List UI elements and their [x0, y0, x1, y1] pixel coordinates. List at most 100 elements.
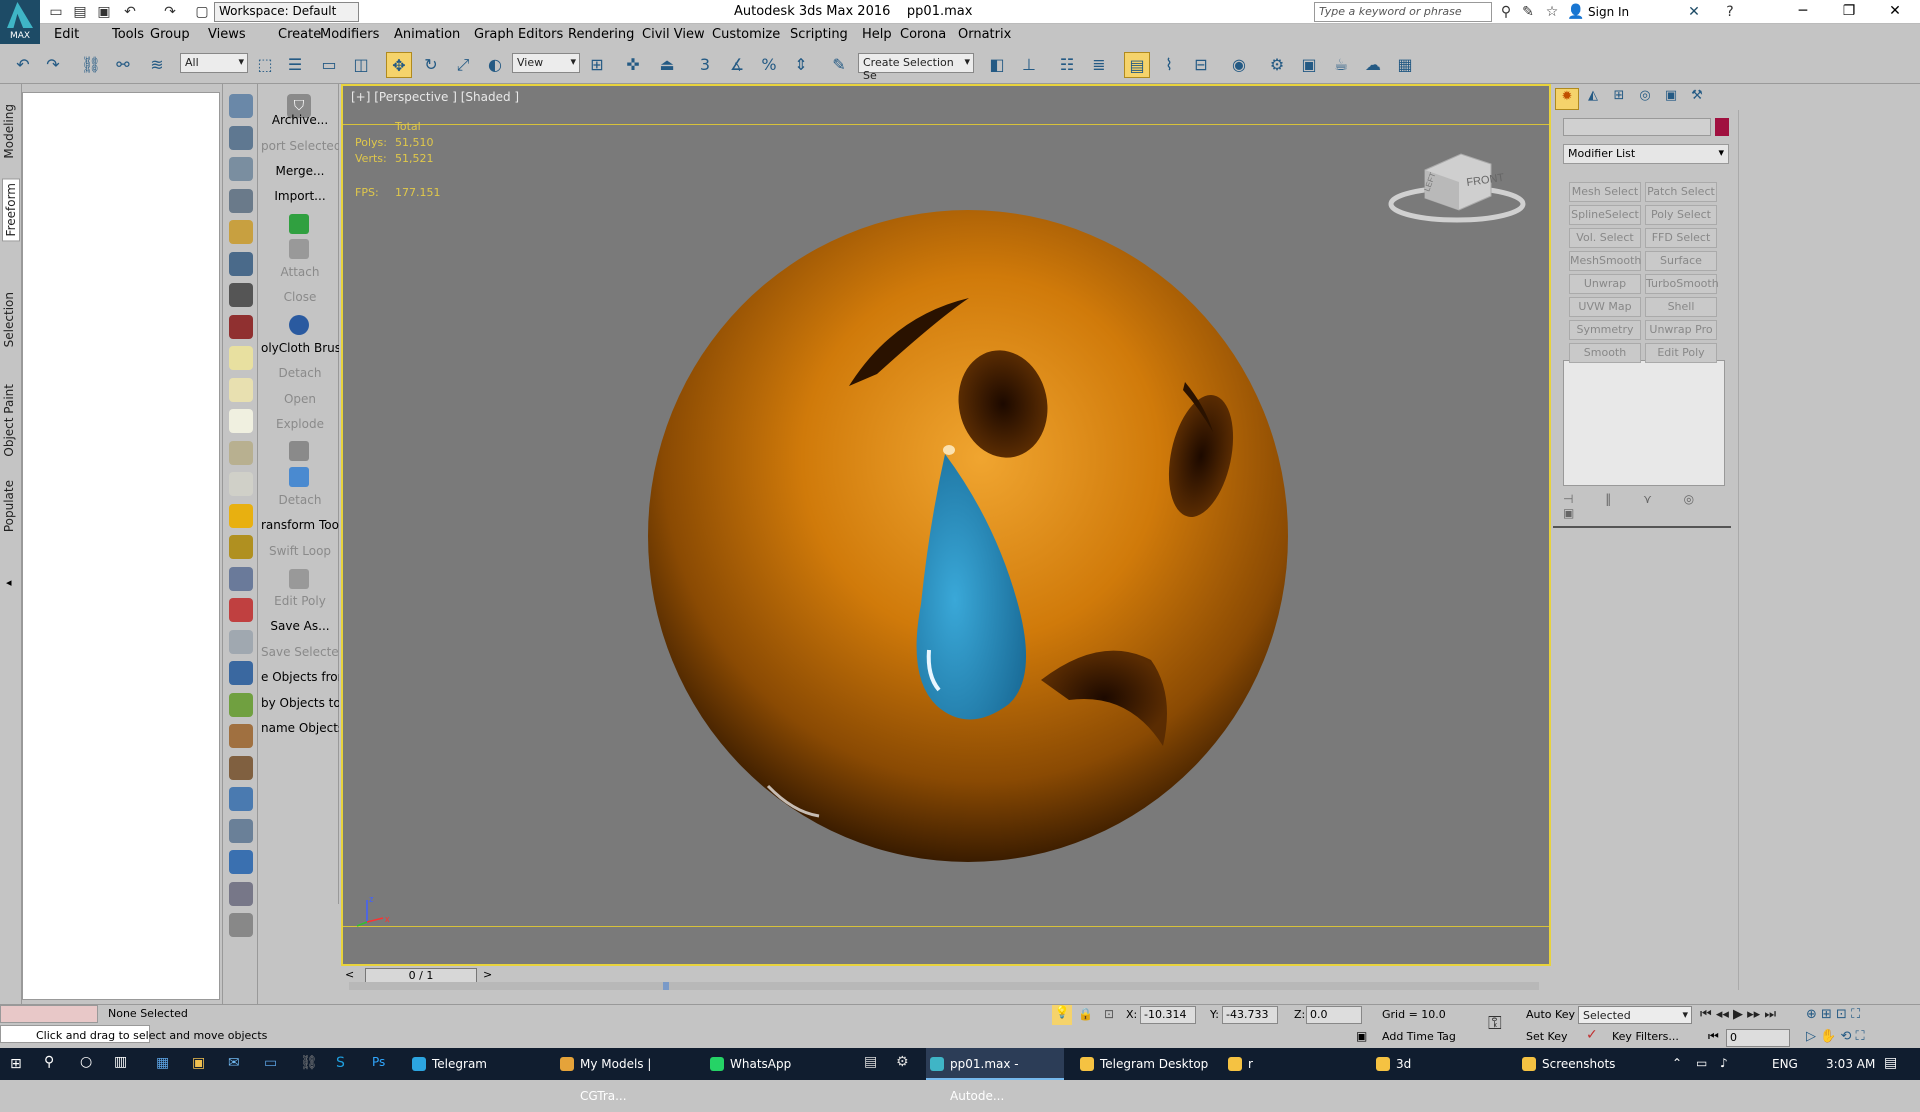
time-tag-icon[interactable]: ▣	[1356, 1029, 1367, 1043]
command-archive[interactable]: Archive...	[261, 113, 339, 127]
command-open[interactable]: Open	[261, 392, 339, 406]
modifier-button-poly-select[interactable]: Poly Select	[1645, 205, 1717, 225]
ellipse-icon[interactable]	[229, 377, 253, 402]
calculator-icon[interactable]: ▦	[156, 1055, 169, 1071]
viewport-navigation-controls-2[interactable]: ▷ ✋ ⟲ ⛶	[1806, 1029, 1865, 1044]
hair-icon[interactable]	[229, 724, 253, 748]
ribbon-toggle-icon[interactable]: ▤	[1124, 52, 1150, 78]
key-filters-button[interactable]: Key Filters...	[1612, 1030, 1679, 1043]
set-key-button[interactable]: Set Key	[1526, 1030, 1568, 1043]
sun-icon[interactable]	[229, 503, 253, 528]
shield-icon[interactable]	[289, 441, 309, 461]
keyboard-shortcut-override-icon[interactable]: ⏏	[654, 52, 680, 78]
tape-icon[interactable]	[229, 283, 253, 307]
new-file-icon[interactable]: ▭	[46, 2, 66, 22]
modifier-button-meshsmooth[interactable]: MeshSmooth	[1569, 251, 1641, 271]
angle-snap-icon[interactable]: ∡	[724, 52, 750, 78]
absolute-mode-icon[interactable]: ⊡	[1104, 1007, 1114, 1021]
playback-controls[interactable]: ⏮ ◂◂ ▶ ▸▸ ⏭	[1700, 1007, 1776, 1022]
viewcube[interactable]: FRONT LEFT	[1387, 140, 1527, 226]
command-e-objects-fron[interactable]: e Objects fron	[261, 670, 339, 684]
render-setup-icon[interactable]: ⚙	[1264, 52, 1290, 78]
computer-icon[interactable]: ▭	[264, 1055, 277, 1071]
select-and-rotate-icon[interactable]: ↻	[418, 52, 444, 78]
utilities-tab-icon[interactable]: ⚒	[1685, 88, 1709, 110]
open-file-icon[interactable]: ▤	[70, 2, 90, 22]
menu-civil-view[interactable]: Civil View	[642, 27, 705, 42]
modifier-button-unwrap-uvw[interactable]: Unwrap UVW	[1569, 274, 1641, 308]
window-crossing-icon[interactable]: ◫	[348, 52, 374, 78]
stack-controls[interactable]: ⊣ ‖ ⋎ ◎ ▣	[1563, 492, 1725, 520]
menu-corona[interactable]: Corona	[900, 27, 946, 42]
taskbar-item-r[interactable]: r	[1224, 1048, 1360, 1080]
current-frame-field[interactable]: 0	[1726, 1029, 1790, 1047]
command-port-selected[interactable]: port Selected	[261, 139, 339, 153]
shape-icon[interactable]	[289, 239, 309, 259]
globe-icon[interactable]	[229, 661, 253, 685]
user-icon[interactable]: 👤	[1566, 2, 1586, 22]
key-tangent-icon[interactable]: ✓	[1586, 1027, 1598, 1043]
modifier-button-shell[interactable]: Shell	[1645, 297, 1717, 317]
modify-tab-icon[interactable]: ◭	[1581, 88, 1605, 110]
object-name-field[interactable]	[1563, 118, 1711, 136]
redo-icon[interactable]: ↷	[160, 2, 180, 22]
grid-icon[interactable]	[229, 566, 253, 591]
select-by-name-icon[interactable]: ☰	[282, 52, 308, 78]
menu-create[interactable]: Create	[278, 27, 321, 42]
bucket-icon[interactable]	[229, 850, 253, 874]
sign-in-link[interactable]: Sign In	[1588, 5, 1629, 19]
circle-icon[interactable]	[229, 409, 253, 433]
link-icon[interactable]: ⛓	[78, 52, 104, 78]
named-selection-set-dropdown[interactable]: Create Selection Se	[858, 53, 974, 82]
command-merge[interactable]: Merge...	[261, 164, 339, 178]
start-icon[interactable]: ⊞	[10, 1056, 26, 1072]
undo-icon[interactable]: ↶	[120, 2, 140, 22]
search-input[interactable]: Type a keyword or phrase	[1314, 2, 1492, 22]
time-next-icon[interactable]: >	[483, 968, 492, 981]
ribbon-tab-populate[interactable]: Populate	[2, 480, 16, 532]
menu-modifiers[interactable]: Modifiers	[320, 27, 379, 42]
render-activeshade-icon[interactable]: ▦	[1392, 52, 1418, 78]
favorites-icon[interactable]: ☆	[1542, 2, 1562, 22]
redo-icon[interactable]: ↷	[40, 52, 66, 78]
disc-icon[interactable]	[229, 535, 253, 559]
menu-tools[interactable]: Tools	[112, 27, 144, 42]
menu-scripting[interactable]: Scripting	[790, 27, 848, 42]
sphere-icon[interactable]	[229, 787, 253, 811]
communication-icon[interactable]: ✎	[1518, 2, 1538, 22]
modifier-button-smooth[interactable]: Smooth	[1569, 343, 1641, 363]
time-prev-icon[interactable]: <	[345, 968, 354, 981]
modifier-button-surface-select[interactable]: Surface Select	[1645, 251, 1717, 285]
percent-snap-icon[interactable]: %	[756, 52, 782, 78]
command-detach[interactable]: Detach	[261, 493, 339, 507]
crying-emoji-model[interactable]	[623, 206, 1323, 866]
teapot-icon[interactable]	[229, 94, 253, 118]
dome-icon[interactable]	[229, 440, 253, 465]
cortana-icon[interactable]: ○	[80, 1054, 92, 1070]
set-key-mode-icon[interactable]: ⚿	[1488, 1013, 1502, 1034]
ribbon-tab-selection[interactable]: Selection	[2, 292, 16, 347]
object-color-swatch[interactable]	[1715, 118, 1729, 136]
cone-icon[interactable]	[229, 472, 253, 496]
undo-icon[interactable]: ↶	[10, 52, 36, 78]
modifier-button-uvw-map[interactable]: UVW Map	[1569, 297, 1641, 317]
language-indicator[interactable]: ENG	[1772, 1057, 1798, 1071]
snaps-toggle-icon[interactable]: 3	[692, 52, 718, 78]
rectangular-region-icon[interactable]: ▭	[316, 52, 342, 78]
menu-help[interactable]: Help	[862, 27, 892, 42]
select-manipulate-icon[interactable]: ✜	[620, 52, 646, 78]
modifier-button-ffd-select[interactable]: FFD Select	[1645, 228, 1717, 248]
select-and-move-icon[interactable]: ✥	[386, 52, 412, 78]
command-edit-poly[interactable]: Edit Poly	[261, 594, 339, 608]
notifications-icon[interactable]: ▤	[1884, 1055, 1897, 1071]
save-list-icon[interactable]	[229, 881, 253, 906]
taskbar-item-3d[interactable]: 3d	[1372, 1048, 1508, 1080]
key-mode-dropdown[interactable]: Selected	[1578, 1006, 1692, 1024]
minimize-button[interactable]: ─	[1780, 0, 1826, 24]
modifier-button-splineselect[interactable]: SplineSelect	[1569, 205, 1641, 225]
bulb-icon[interactable]	[229, 220, 253, 244]
y-coord-field[interactable]: -43.733	[1222, 1006, 1278, 1024]
app-logo[interactable]: MAX	[0, 0, 40, 44]
network-tray-icon[interactable]: ▭	[1696, 1056, 1707, 1070]
binoculars-icon[interactable]: ⚲	[1496, 2, 1516, 22]
